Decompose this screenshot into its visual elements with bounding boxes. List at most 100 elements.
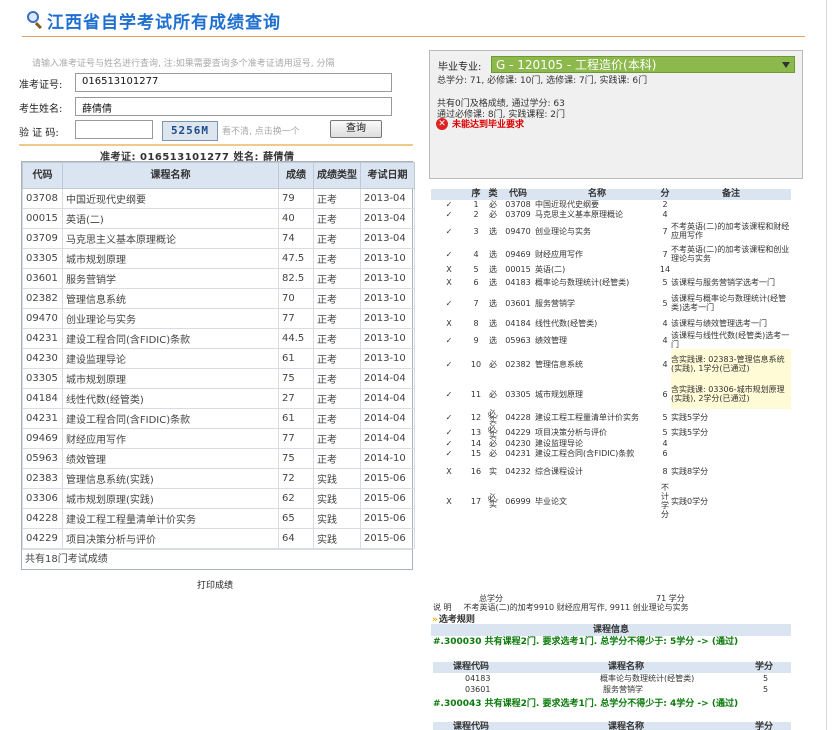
score-col-header: 课程名称 xyxy=(62,162,279,189)
score-row: 04230 建设监理导论 61 正考 2013-10 xyxy=(22,348,415,369)
page-title: 江西省自学考试所有成绩查询 xyxy=(47,12,281,33)
plan-note: 实践5学分 xyxy=(671,412,709,422)
score-table: 代码 课程名称 成绩 成绩类型 考试日期 03708 中国近现代史纲要 79 正考 2013-0… xyxy=(21,161,415,570)
plan-row: ✓ 15 必 04231 建设工程合同(含FIDIC)条款 6 xyxy=(431,448,791,459)
row-name: 概率论与数理统计(经管类) xyxy=(600,674,695,683)
plan-type: 实 xyxy=(489,466,497,476)
plan-no: 7 xyxy=(473,298,479,308)
score-row: 02382 管理信息系统 70 正考 2013-10 xyxy=(22,288,415,309)
exam-no-input[interactable]: 016513101277 xyxy=(75,73,392,92)
plan-credit: 5 xyxy=(662,427,668,437)
course-name: 绩效管理 xyxy=(62,448,279,469)
cross-icon: X xyxy=(446,466,452,476)
plan-code: 04228 xyxy=(505,412,531,422)
error-icon: ✕ xyxy=(436,117,448,130)
plan-credit: 7 xyxy=(662,249,668,259)
score-row: 02383 管理信息系统(实践) 72 实践 2015-06 xyxy=(22,468,415,489)
plan-name: 中国近现代史纲要 xyxy=(535,200,599,209)
plan-code: 03708 xyxy=(505,200,531,209)
plan-credit: 4 xyxy=(662,439,668,448)
course-code: 03708 xyxy=(22,188,63,209)
check-icon: ✓ xyxy=(445,226,453,236)
score-row: 04229 项目决策分析与评价 64 实践 2015-06 xyxy=(22,528,415,549)
course-code: 03709 xyxy=(22,228,63,249)
page-frame: 江西省自学考试所有成绩查询 请输入准考证号与姓名进行查询, 注:如果需要查询多个… xyxy=(0,0,833,730)
plan-name: 服务营销学 xyxy=(535,298,575,308)
score-type: 正考 xyxy=(313,248,361,269)
score-type: 正考 xyxy=(313,388,361,409)
check-icon: ✓ xyxy=(445,200,453,209)
exam-date: 2015-06 xyxy=(360,488,415,509)
major-select[interactable]: G - 120105 - 工程造价(本科) xyxy=(491,56,795,73)
score-type: 正考 xyxy=(313,308,361,329)
plan-code: 04231 xyxy=(505,449,531,458)
course-name: 建设工程合同(含FIDIC)条款 xyxy=(62,328,279,349)
exam-date: 2013-10 xyxy=(360,308,415,329)
name-input[interactable]: 薛倩倩 xyxy=(75,97,392,116)
query-button[interactable]: 查询 xyxy=(330,120,382,138)
plan-credit: 4 xyxy=(662,209,668,219)
captcha-input[interactable] xyxy=(75,120,153,139)
plan-name: 马克思主义基本原理概论 xyxy=(535,209,623,219)
captcha-image[interactable]: 5256M xyxy=(162,121,218,141)
print-scores-link[interactable]: 打印成绩 xyxy=(197,578,233,591)
score-type: 正考 xyxy=(313,408,361,429)
score-row: 03601 服务营销学 82.5 正考 2013-10 xyxy=(22,268,415,289)
exam-date: 2013-10 xyxy=(360,328,415,349)
explain-label: 说 明 xyxy=(433,603,452,612)
plan-code: 04232 xyxy=(505,466,531,476)
score: 82.5 xyxy=(278,268,314,289)
course-code: 03601 xyxy=(22,268,63,289)
course-name: 管理信息系统(实践) xyxy=(62,468,279,489)
plan-type: 必,实 xyxy=(487,424,499,440)
course-code: 04229 xyxy=(22,528,63,549)
plan-note: 该课程与线性代数(经管类)选考一门 xyxy=(671,331,790,349)
plan-row: ✓ 3 选 09470 创业理论与实务 7 不考英语(二)的加考该课程和财经应用写作 xyxy=(431,219,791,243)
plan-code: 03601 xyxy=(505,298,531,308)
plan-type: 选 xyxy=(489,278,497,287)
check-icon: ✓ xyxy=(445,439,453,448)
plan-no: 10 xyxy=(470,359,482,369)
course-code: 02382 xyxy=(22,288,63,309)
course-name: 财经应用写作 xyxy=(62,428,279,449)
plan-note: 实践0学分 xyxy=(671,496,709,506)
plan-col-header xyxy=(431,189,467,200)
plan-note xyxy=(671,209,791,219)
score-row: 03305 城市规划原理 47.5 正考 2013-10 xyxy=(22,248,415,269)
score: 65 xyxy=(278,508,314,529)
score: 75 xyxy=(278,368,314,389)
plan-credit: 5 xyxy=(662,278,668,287)
plan-code: 09469 xyxy=(505,249,531,259)
form-divider xyxy=(19,144,413,146)
course-name: 建设工程工程量清单计价实务 xyxy=(62,508,279,529)
plan-col-header: 备注 xyxy=(671,189,791,200)
score-col-header: 代码 xyxy=(22,162,63,189)
plan-row: ✓ 9 选 05963 绩效管理 4 该课程与线性代数(经管类)选考一门 xyxy=(431,331,791,349)
plan-name: 建设监理导论 xyxy=(535,439,583,448)
course-code: 02383 xyxy=(22,468,63,489)
check-icon: ✓ xyxy=(445,412,453,422)
plan-code: 00015 xyxy=(505,265,531,274)
col-code: 课程代码 xyxy=(453,722,490,730)
col-name: 课程名称 xyxy=(608,722,645,730)
plan-credit: 5 xyxy=(662,412,668,422)
score-row: 04228 建设工程工程量清单计价实务 65 实践 2015-06 xyxy=(22,508,415,529)
plan-credit: 5 xyxy=(662,298,668,308)
plan-col-header: 类 xyxy=(485,189,501,200)
course-code: 09469 xyxy=(22,428,63,449)
explain-text: 不考英语(二)的加考9910 财经应用写作, 9911 创业理论与实务 xyxy=(463,603,689,612)
plan-note xyxy=(671,448,791,459)
plan-row: ✓ 13 必,实 04229 项目决策分析与评价 5 实践5学分 xyxy=(431,424,791,440)
course-name: 中国近现代史纲要 xyxy=(62,188,279,209)
plan-type: 选 xyxy=(489,298,497,308)
course-name: 线性代数(经管类) xyxy=(62,388,279,409)
plan-no: 12 xyxy=(470,412,482,422)
score-type: 实践 xyxy=(313,528,361,549)
course-name: 英语(二) xyxy=(62,208,279,229)
course-name: 建设监理导论 xyxy=(62,348,279,369)
course-code: 03305 xyxy=(22,368,63,389)
check-icon: ✓ xyxy=(445,335,453,345)
captcha-refresh-link[interactable]: 看不清, 点击换一个 xyxy=(222,124,300,137)
plan-code: 04230 xyxy=(505,439,531,448)
plan-name: 财经应用写作 xyxy=(535,249,583,259)
